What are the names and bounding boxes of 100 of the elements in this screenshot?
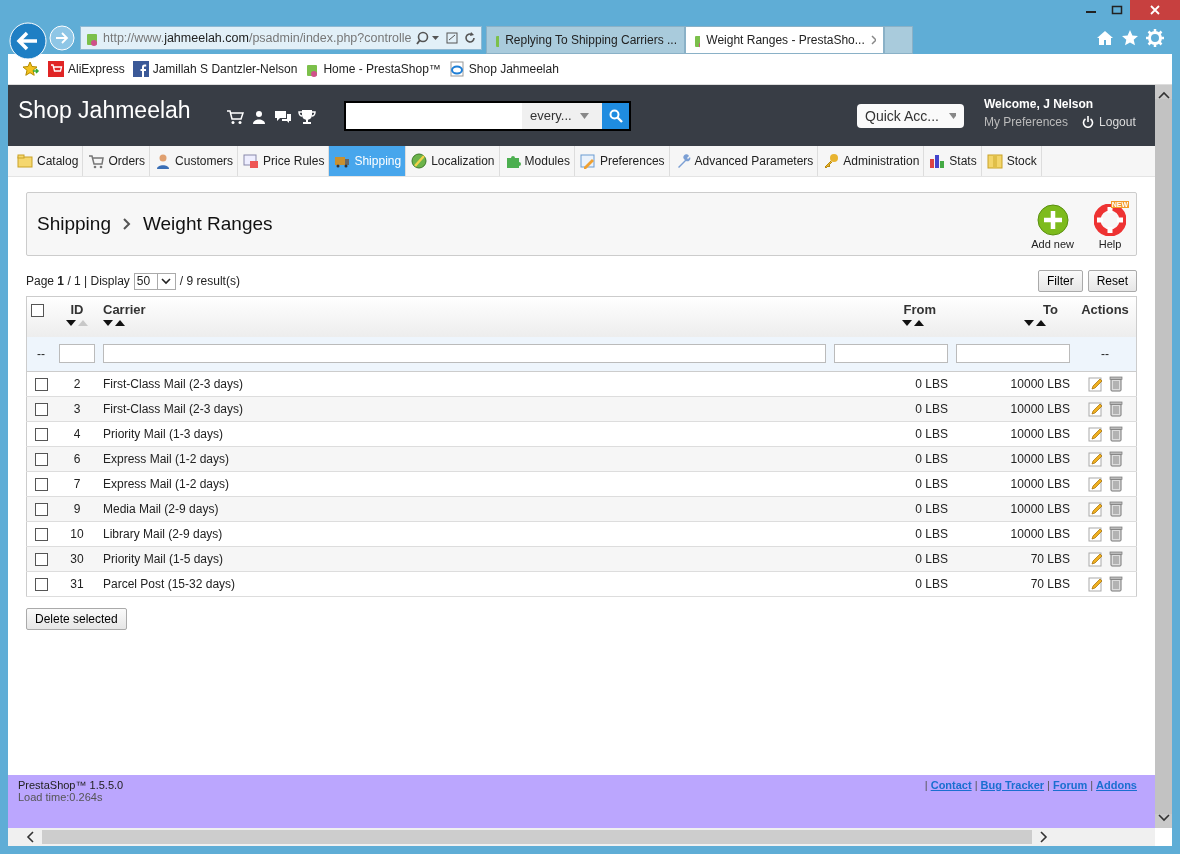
horizontal-scrollbar[interactable] <box>8 828 1155 846</box>
table-cell: 10000 LBS <box>1010 402 1070 416</box>
scroll-up-icon[interactable] <box>1157 91 1170 99</box>
table-cell: 31 <box>70 577 84 591</box>
edit-pencil-icon[interactable] <box>1087 501 1104 517</box>
breadcrumb-item[interactable]: Shipping <box>37 213 111 235</box>
people-icon[interactable] <box>250 108 268 125</box>
search-icon[interactable] <box>415 31 441 45</box>
trash-can-icon[interactable] <box>1108 426 1123 442</box>
favorite-link[interactable]: Shop Jahmeelah <box>448 61 559 77</box>
edit-pencil-icon[interactable] <box>1087 576 1104 592</box>
menu-tab[interactable]: Modules <box>499 146 575 176</box>
trash-can-icon[interactable] <box>1108 526 1123 542</box>
quick-access-dropdown[interactable]: Quick Acc... <box>857 103 964 128</box>
logout-link[interactable]: Logout <box>1082 114 1136 129</box>
id-filter-field[interactable] <box>59 344 95 364</box>
browser-tab[interactable]: Weight Ranges - PrestaSho... <box>685 26 884 54</box>
filter-button[interactable]: Filter <box>1037 270 1083 292</box>
table-cell: 0 LBS <box>915 477 948 491</box>
trash-can-icon[interactable] <box>1108 476 1123 492</box>
edit-pencil-icon[interactable] <box>1087 551 1104 567</box>
edit-pencil-icon[interactable] <box>1087 451 1104 467</box>
row-checkbox[interactable] <box>34 453 48 467</box>
globe-icon <box>411 153 428 169</box>
row-checkbox[interactable] <box>34 528 48 542</box>
close-button[interactable] <box>1130 0 1180 20</box>
row-checkbox[interactable] <box>34 428 48 442</box>
trash-can-icon[interactable] <box>1108 451 1123 467</box>
scroll-right-icon[interactable] <box>1040 831 1048 843</box>
sort-descending-icon[interactable] <box>103 320 113 326</box>
table-cell: 10000 LBS <box>1010 527 1070 541</box>
favorite-link[interactable]: AliExpress <box>48 61 125 77</box>
compatibility-icon[interactable] <box>445 31 459 45</box>
carrier-filter-field[interactable] <box>103 344 826 364</box>
shop-name[interactable]: Shop Jahmeelah <box>18 97 226 124</box>
sort-ascending-icon[interactable] <box>1036 320 1046 326</box>
forward-button[interactable] <box>49 25 75 51</box>
trophy-icon[interactable] <box>298 108 316 125</box>
cart-icon[interactable] <box>226 108 244 125</box>
to-filter-field[interactable] <box>956 344 1070 364</box>
trash-can-icon[interactable] <box>1108 501 1123 517</box>
edit-pencil-icon[interactable] <box>1087 376 1104 392</box>
refresh-icon[interactable] <box>463 31 477 45</box>
favorite-link[interactable]: Home - PrestaShop™ <box>305 61 441 77</box>
back-button[interactable] <box>9 22 47 60</box>
row-checkbox[interactable] <box>34 578 48 592</box>
row-checkbox[interactable] <box>34 553 48 567</box>
sort-descending-icon[interactable] <box>1024 320 1034 326</box>
table-cell: 0 LBS <box>915 502 948 516</box>
menu-tab[interactable]: Customers <box>150 146 239 176</box>
home-icon[interactable] <box>1096 29 1114 47</box>
speech-bubbles-icon[interactable] <box>274 108 292 125</box>
scroll-left-icon[interactable] <box>26 831 34 843</box>
menu-tab[interactable]: Advanced Parameters <box>669 146 819 176</box>
table-cell: First-Class Mail (2-3 days) <box>103 402 243 416</box>
trash-can-icon[interactable] <box>1108 576 1123 592</box>
sort-descending-icon[interactable] <box>66 320 76 326</box>
sort-ascending-icon[interactable] <box>914 320 924 326</box>
menu-tab[interactable]: Preferences <box>574 146 670 176</box>
vertical-scrollbar[interactable] <box>1155 85 1172 828</box>
delete-selected-button[interactable]: Delete selected <box>26 608 127 630</box>
row-checkbox[interactable] <box>34 478 48 492</box>
address-bar[interactable]: http://www.jahmeelah.com/psadmin/index.php?controlle <box>80 26 482 50</box>
sort-ascending-icon[interactable] <box>115 320 125 326</box>
menu-tab[interactable]: Localization <box>406 146 500 176</box>
row-checkbox[interactable] <box>34 378 48 392</box>
row-checkbox[interactable] <box>34 403 48 417</box>
table-cell: 7 <box>73 477 81 491</box>
my-preferences-link[interactable]: My Preferences <box>984 114 1069 129</box>
edit-pencil-icon[interactable] <box>1087 426 1104 442</box>
trash-can-icon[interactable] <box>1108 401 1123 417</box>
edit-pencil-icon[interactable] <box>1087 401 1104 417</box>
reset-button[interactable]: Reset <box>1087 270 1137 292</box>
menu-tab[interactable]: Stock <box>981 146 1042 176</box>
row-checkbox[interactable] <box>34 503 48 517</box>
menu-tab[interactable]: Stats <box>924 146 982 176</box>
menu-tab[interactable]: Administration <box>818 146 925 176</box>
menu-tab[interactable]: Catalog <box>12 146 84 176</box>
favorite-link[interactable]: Jamillah S Dantzler-Nelson <box>132 61 298 77</box>
column-header: ID <box>70 302 84 317</box>
edit-pencil-icon[interactable] <box>1087 526 1104 542</box>
bar-chart-icon <box>929 153 946 169</box>
trash-can-icon[interactable] <box>1108 376 1123 392</box>
edit-pencil-icon[interactable] <box>1087 476 1104 492</box>
settings-icon[interactable] <box>1146 29 1164 47</box>
browser-tab[interactable]: Replying To Shipping Carriers ... <box>486 26 685 54</box>
trash-can-icon[interactable] <box>1108 551 1123 567</box>
from-filter-field[interactable] <box>834 344 948 364</box>
maximize-icon[interactable] <box>1111 5 1123 15</box>
scroll-down-icon[interactable] <box>1157 814 1170 822</box>
table-cell: 30 <box>70 552 84 566</box>
per-page-dropdown[interactable]: 50 <box>133 272 176 290</box>
add-new-button[interactable]: Add new <box>1031 204 1074 250</box>
page-icon <box>448 61 465 77</box>
sort-descending-icon[interactable] <box>902 320 912 326</box>
table-cell: 10000 LBS <box>1010 477 1070 491</box>
star-icon[interactable] <box>1121 29 1139 47</box>
select-all-checkbox[interactable] <box>31 304 44 318</box>
menu-tab[interactable]: Orders <box>83 146 151 176</box>
favorites-star-icon[interactable] <box>22 61 40 77</box>
